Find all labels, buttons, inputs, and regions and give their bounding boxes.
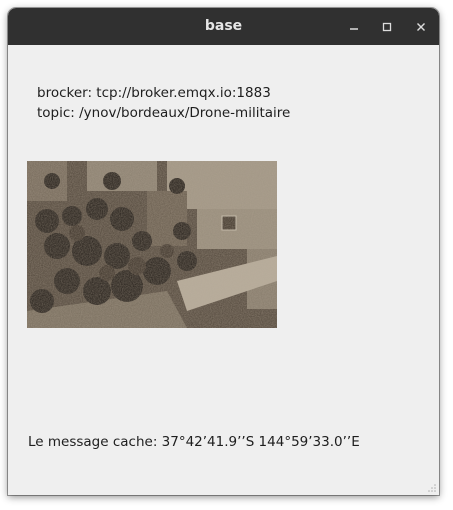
aerial-photo-image <box>27 161 277 328</box>
maximize-button[interactable] <box>376 16 398 38</box>
aerial-photo <box>27 161 277 328</box>
minimize-button[interactable] <box>343 16 365 38</box>
broker-label: brocker: tcp://broker.emqx.io:1883 <box>37 85 271 101</box>
window-title: base <box>204 18 243 34</box>
close-icon <box>417 23 425 31</box>
app-window: base brocker: tcp://broker.emqx.io:1883 … <box>8 8 439 495</box>
main-content: brocker: tcp://broker.emqx.io:1883 topic… <box>8 45 439 495</box>
connection-info: brocker: tcp://broker.emqx.io:1883 topic… <box>37 83 290 123</box>
hidden-message: Le message cache: 37°42’41.9’’S 144°59’3… <box>28 434 360 450</box>
title-bar[interactable]: base <box>8 8 439 45</box>
maximize-icon <box>382 22 392 32</box>
resize-grip-icon[interactable] <box>427 483 437 493</box>
topic-label: topic: /ynov/bordeaux/Drone-militaire <box>37 105 291 121</box>
minimize-icon <box>350 28 358 30</box>
close-button[interactable] <box>410 16 432 38</box>
